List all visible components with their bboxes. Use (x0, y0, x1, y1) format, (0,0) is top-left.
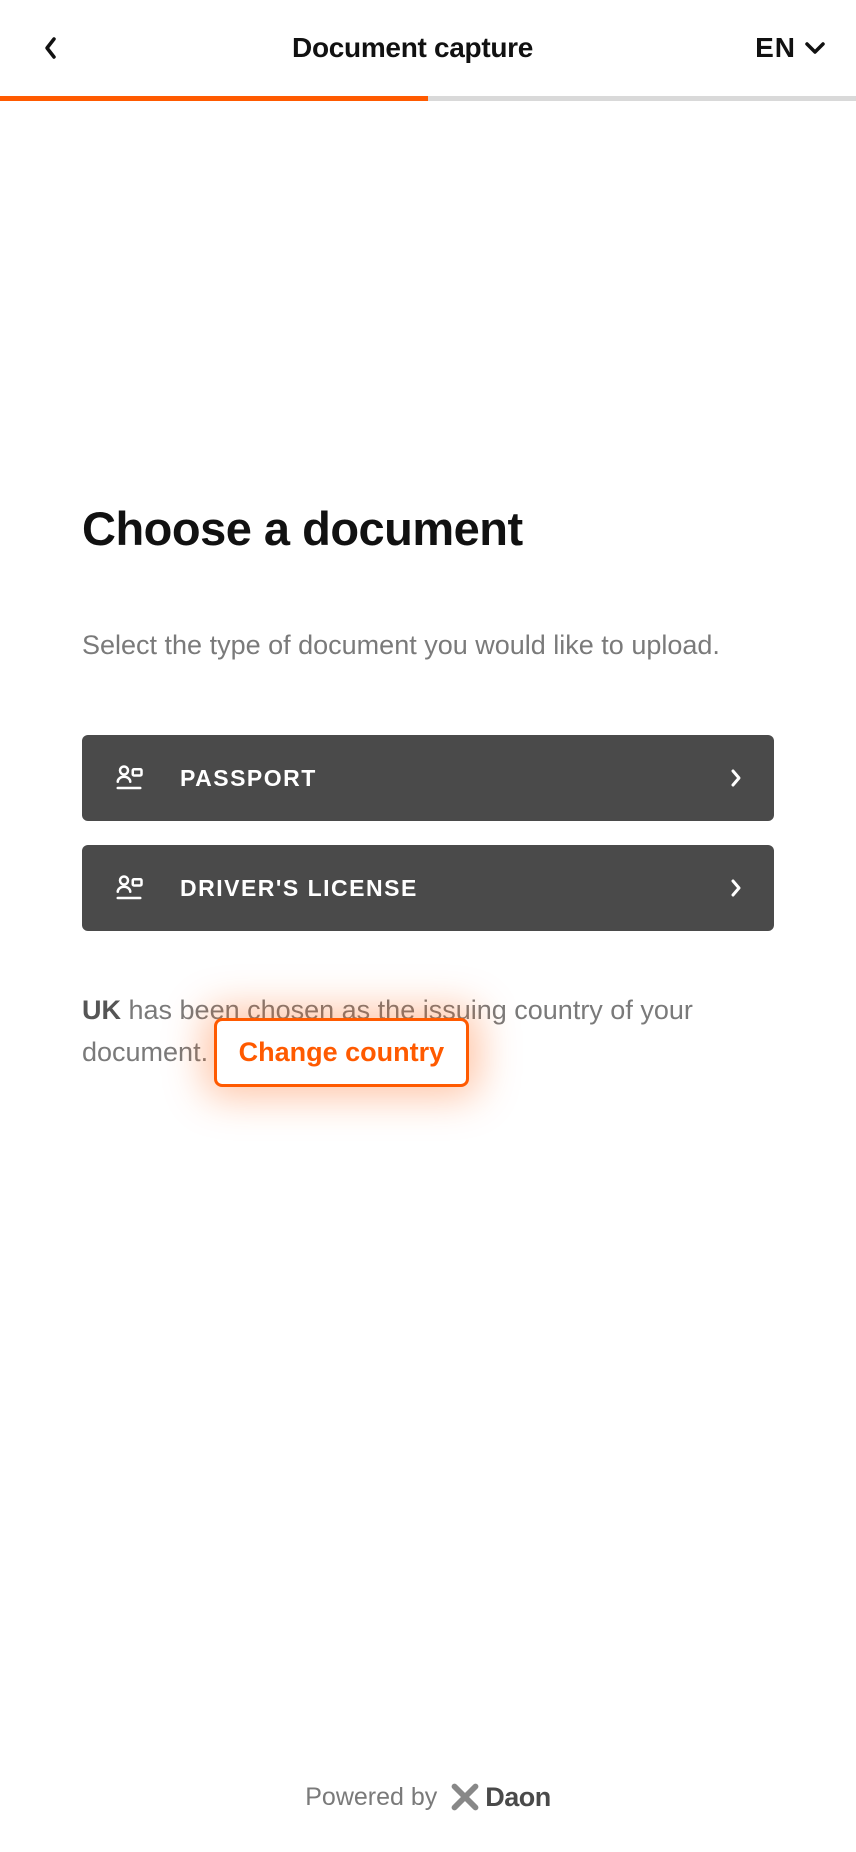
change-country-link[interactable]: Change country (214, 1018, 470, 1087)
chevron-left-icon (43, 36, 57, 60)
x-icon (451, 1783, 479, 1811)
country-code: UK (82, 995, 121, 1025)
language-selector[interactable]: EN (755, 32, 826, 64)
main-content: Choose a document Select the type of doc… (0, 501, 856, 1075)
chevron-right-icon (730, 878, 742, 898)
language-label: EN (755, 32, 796, 64)
footer: Powered by Daon (0, 1742, 856, 1852)
back-button[interactable] (30, 36, 70, 60)
chevron-down-icon (804, 41, 826, 55)
header: Document capture EN (0, 0, 856, 96)
chevron-right-icon (730, 768, 742, 788)
progress-bar (0, 96, 856, 101)
content-title: Choose a document (82, 501, 774, 556)
page-title: Document capture (292, 32, 533, 64)
passport-label: PASSPORT (180, 765, 730, 792)
powered-by-label: Powered by (305, 1783, 437, 1812)
passport-button[interactable]: PASSPORT (82, 735, 774, 821)
drivers-license-label: DRIVER'S LICENSE (180, 875, 730, 902)
progress-fill (0, 96, 428, 101)
id-card-icon (114, 873, 144, 903)
brand-logo: Daon (451, 1782, 551, 1813)
country-info: UK has been chosen as the issuing countr… (82, 991, 774, 1075)
content-subtitle: Select the type of document you would li… (82, 626, 774, 665)
id-card-icon (114, 763, 144, 793)
brand-name: Daon (485, 1782, 551, 1813)
drivers-license-button[interactable]: DRIVER'S LICENSE (82, 845, 774, 931)
